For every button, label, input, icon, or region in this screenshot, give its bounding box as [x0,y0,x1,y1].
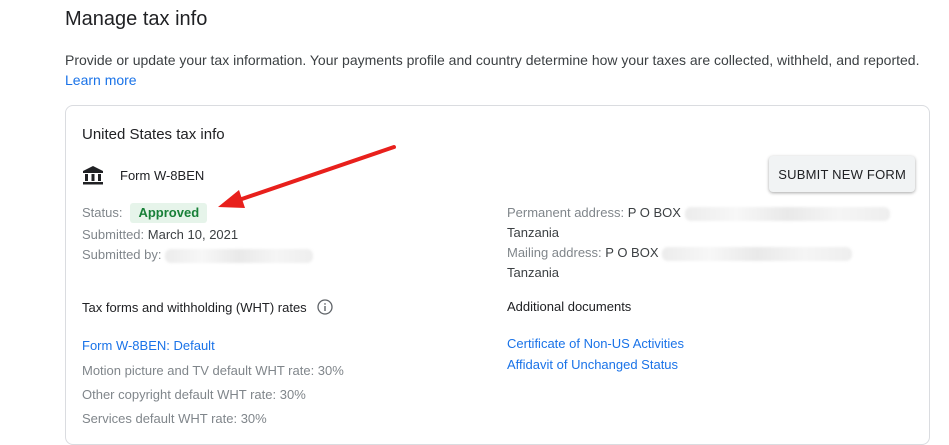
wht-rate-motion-picture: Motion picture and TV default WHT rate: … [82,363,344,378]
wht-rate-copyright: Other copyright default WHT rate: 30% [82,387,306,402]
status-badge: Approved [130,203,208,223]
wht-rate-services: Services default WHT rate: 30% [82,411,267,426]
us-tax-info-card: United States tax info Form W-8BEN SUBMI… [65,105,930,445]
redacted-mailing-address [662,246,853,261]
mailing-address-value: P O BOX [605,245,659,260]
info-icon[interactable] [317,299,333,315]
intro-text: Provide or update your tax information. … [65,52,920,68]
mailing-address-row: Mailing address: P O BOX [507,243,853,263]
permanent-address-value: P O BOX [627,205,681,220]
learn-more-link[interactable]: Learn more [65,72,137,88]
permanent-address-label: Permanent address: [507,205,625,220]
permanent-country-row: Tanzania [507,223,559,243]
certificate-non-us-activities-link[interactable]: Certificate of Non-US Activities [507,336,684,351]
submitted-date: March 10, 2021 [147,227,239,242]
wht-heading: Tax forms and withholding (WHT) rates [82,299,307,315]
form-w8ben-default-link[interactable]: Form W-8BEN: Default [82,338,215,353]
form-row: Form W-8BEN [82,164,204,186]
additional-documents-heading: Additional documents [507,299,632,314]
page-title: Manage tax info [65,8,208,30]
submitted-label: Submitted: [82,227,145,242]
permanent-country: Tanzania [507,225,560,240]
submitted-row: Submitted: March 10, 2021 [82,225,238,245]
bank-icon [83,166,103,185]
submit-new-form-button[interactable]: SUBMIT NEW FORM [769,156,915,192]
wht-heading-row: Tax forms and withholding (WHT) rates [82,299,333,315]
mailing-country-row: Tanzania [507,263,559,283]
form-name: Form W-8BEN [120,167,205,183]
redacted-permanent-address [684,206,890,221]
permanent-address-row: Permanent address: P O BOX [507,203,890,223]
submitted-by-row: Submitted by: [82,245,314,265]
mailing-address-label: Mailing address: [507,245,602,260]
page-description: Provide or update your tax information. … [65,50,935,90]
redacted-submitter [165,248,314,263]
affidavit-unchanged-status-link[interactable]: Affidavit of Unchanged Status [507,357,678,372]
mailing-country: Tanzania [507,265,560,280]
status-row: Status: Approved [82,203,208,223]
status-label: Status: [82,205,123,220]
card-title: United States tax info [82,126,225,143]
submitted-by-label: Submitted by: [82,247,162,262]
